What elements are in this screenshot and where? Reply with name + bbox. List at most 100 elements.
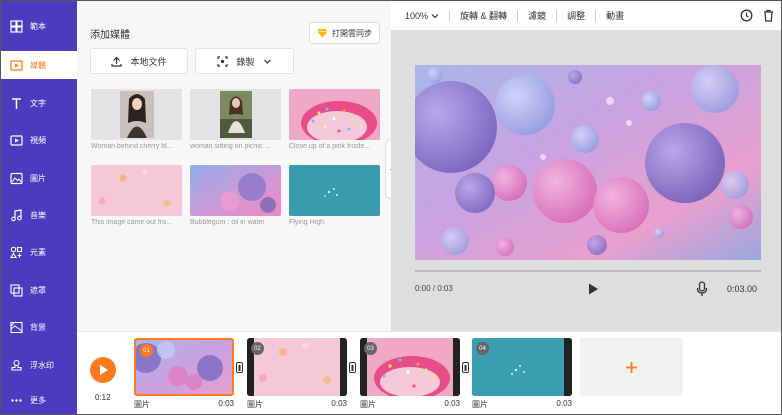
sidebar-item-music[interactable]: 音樂 — [1, 201, 77, 229]
clip-meta: 圖片 0:03 — [134, 399, 234, 410]
sidebar-item-label: 媒體 — [30, 60, 46, 70]
clock-icon — [740, 9, 753, 22]
media-caption: Bubblegum : oil in water — [190, 219, 265, 226]
zoom-value: 100% — [405, 10, 429, 21]
sidebar-item-overlay[interactable]: 遮罩 — [1, 276, 77, 304]
chevron-down-icon — [263, 59, 271, 64]
timeline-clip[interactable]: 04 — [472, 338, 572, 396]
cloud-sync-label: 打開雲同步 — [332, 28, 372, 38]
media-item[interactable]: Bubblegum : oil in water — [190, 165, 281, 226]
transition-icon — [464, 364, 467, 371]
sidebar-item-template[interactable]: 範本 — [1, 12, 77, 40]
transition-button[interactable] — [349, 362, 356, 373]
sidebar-item-label: 視頻 — [30, 135, 46, 145]
template-icon — [9, 19, 23, 33]
filter-button[interactable]: 濾鏡 — [528, 9, 546, 22]
media-thumbnail — [289, 165, 380, 216]
media-caption: Woman behind cherry bl... — [91, 143, 173, 150]
adjust-button[interactable]: 調整 — [567, 9, 585, 22]
clip-duration: 0:03 — [218, 399, 234, 408]
media-item[interactable]: Woman behind cherry bl... — [91, 89, 182, 150]
media-thumbnail — [91, 165, 182, 216]
media-item[interactable]: Flying High — [289, 165, 380, 226]
transition-icon — [238, 364, 241, 371]
media-caption: This image came out fro... — [91, 219, 172, 226]
zoom-select[interactable]: 100% — [405, 11, 439, 21]
timeline-clip[interactable]: 02 — [247, 338, 347, 396]
media-item[interactable]: Close up of a pink frosfe... — [289, 89, 380, 150]
media-thumbnail — [91, 89, 182, 140]
media-item[interactable]: woman sitting on picnic ... — [190, 89, 281, 150]
media-item[interactable]: This image came out fro... — [91, 165, 182, 226]
add-clip-button[interactable] — [580, 338, 683, 396]
more-icon — [9, 393, 23, 407]
play-icon — [99, 365, 108, 375]
sidebar-item-label: 文字 — [30, 98, 46, 108]
upload-icon — [111, 56, 123, 67]
toolbar-divider — [449, 9, 451, 22]
transition-button[interactable] — [236, 362, 243, 373]
animation-button[interactable]: 動畫 — [606, 9, 624, 22]
sidebar-item-elements[interactable]: 元素 — [1, 238, 77, 266]
clip-number: 02 — [251, 342, 264, 355]
sidebar-item-video[interactable]: 視頻 — [1, 126, 77, 154]
text-icon — [9, 96, 23, 110]
sidebar-item-watermark[interactable]: 浮水印 — [1, 351, 77, 379]
clip-meta: 圖片 0:03 — [472, 399, 572, 410]
clip-duration: 0:03 — [444, 399, 460, 408]
overlay-icon — [9, 283, 23, 297]
progress-bar[interactable] — [415, 270, 761, 272]
clip-number: 04 — [476, 342, 489, 355]
clip-type: 圖片 — [472, 400, 488, 409]
sidebar-item-label: 遮罩 — [30, 285, 46, 295]
sidebar-item-label: 更多 — [30, 395, 46, 405]
record-icon — [217, 55, 229, 67]
sidebar-item-media[interactable]: 媒體 — [1, 51, 77, 79]
upload-local-label: 本地文件 — [130, 56, 167, 67]
sidebar-item-label: 背景 — [30, 322, 46, 332]
toolbar-divider — [595, 9, 597, 22]
clip-meta: 圖片 0:03 — [247, 399, 347, 410]
chevron-down-icon — [431, 13, 439, 18]
media-thumbnail — [190, 89, 281, 140]
timeline-play-button[interactable] — [90, 357, 116, 383]
clip-type: 圖片 — [360, 400, 376, 409]
timer-button[interactable] — [740, 9, 753, 22]
sidebar-item-text[interactable]: 文字 — [1, 89, 77, 117]
rotate-flip-button[interactable]: 旋轉 & 翻轉 — [460, 9, 507, 22]
plus-icon — [626, 361, 637, 373]
transition-icon — [351, 364, 354, 371]
media-caption: Flying High — [289, 219, 325, 226]
delete-button[interactable] — [763, 9, 774, 22]
sidebar-item-background[interactable]: 背景 — [1, 313, 77, 341]
diamond-icon — [317, 29, 328, 38]
duration-display: 0:03.00 — [727, 284, 758, 294]
clip-type: 圖片 — [247, 400, 263, 409]
background-icon — [9, 320, 23, 334]
timeline-clip[interactable]: 01 — [134, 338, 234, 396]
media-panel-title: 添加媒體 — [90, 30, 130, 41]
preview-area: 100% 旋轉 & 翻轉 濾鏡 調整 動畫 0:00 / 0:03 0:03.0… — [391, 1, 781, 331]
preview-toolbar: 100% 旋轉 & 翻轉 濾鏡 調整 動畫 — [391, 1, 781, 31]
timeline-time: 0:12 — [95, 393, 111, 402]
toolbar-divider — [556, 9, 558, 22]
microphone-icon — [696, 281, 708, 296]
sidebar-item-more[interactable]: 更多 — [1, 386, 77, 414]
sidebar-item-image[interactable]: 圖片 — [1, 164, 77, 192]
voiceover-button[interactable] — [696, 281, 708, 297]
app-window: 範本 媒體 文字 視頻 圖片 音樂 元素 遮罩 背景 浮水印 更多 添加媒體 打… — [0, 0, 782, 415]
clip-duration: 0:03 — [331, 399, 347, 408]
clip-meta: 圖片 0:03 — [360, 399, 460, 410]
transition-button[interactable] — [462, 362, 469, 373]
current-time: 0:00 / 0:03 — [415, 284, 453, 293]
clip-number: 03 — [364, 342, 377, 355]
preview-play-button[interactable] — [586, 282, 600, 296]
record-button[interactable]: 錄製 — [195, 48, 294, 74]
video-preview[interactable] — [415, 65, 761, 260]
sidebar-item-label: 範本 — [30, 21, 46, 31]
sidebar-item-label: 浮水印 — [30, 360, 54, 370]
upload-local-button[interactable]: 本地文件 — [90, 48, 188, 74]
video-icon — [9, 133, 23, 147]
timeline-clip[interactable]: 03 — [360, 338, 460, 396]
cloud-sync-button[interactable]: 打開雲同步 — [309, 22, 380, 44]
